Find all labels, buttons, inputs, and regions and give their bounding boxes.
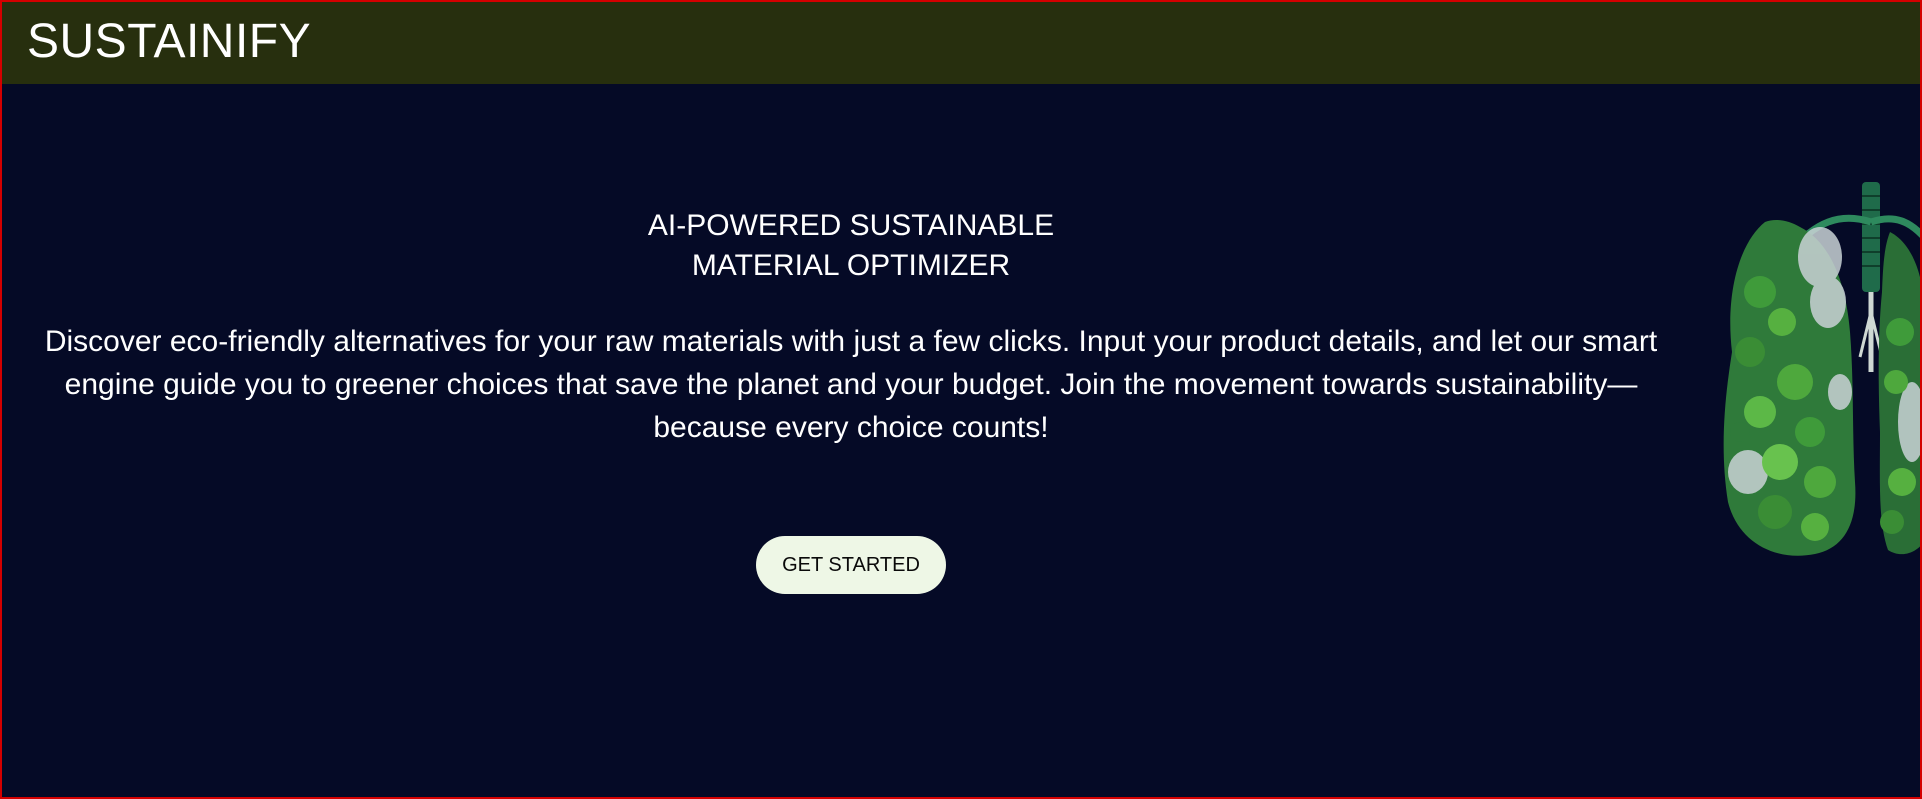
top-navbar: SUSTAINIFY [2, 2, 1920, 84]
page-frame: SUSTAINIFY AI-POWERED SUSTAINABLE MATERI… [0, 0, 1922, 799]
hero-headline: AI-POWERED SUSTAINABLE MATERIAL OPTIMIZE… [2, 206, 1700, 286]
tree-lungs-illustration [1723, 182, 1920, 556]
hero-description: Discover eco-friendly alternatives for y… [44, 325, 1658, 444]
hero-headline-line-2: MATERIAL OPTIMIZER [691, 249, 1011, 282]
hero-section: AI-POWERED SUSTAINABLE MATERIAL OPTIMIZE… [2, 84, 1700, 797]
get-started-button[interactable]: GET STARTED [756, 536, 946, 594]
hero-headline-line-1: AI-POWERED SUSTAINABLE [647, 209, 1055, 242]
brand-logo-text[interactable]: SUSTAINIFY [27, 14, 311, 70]
